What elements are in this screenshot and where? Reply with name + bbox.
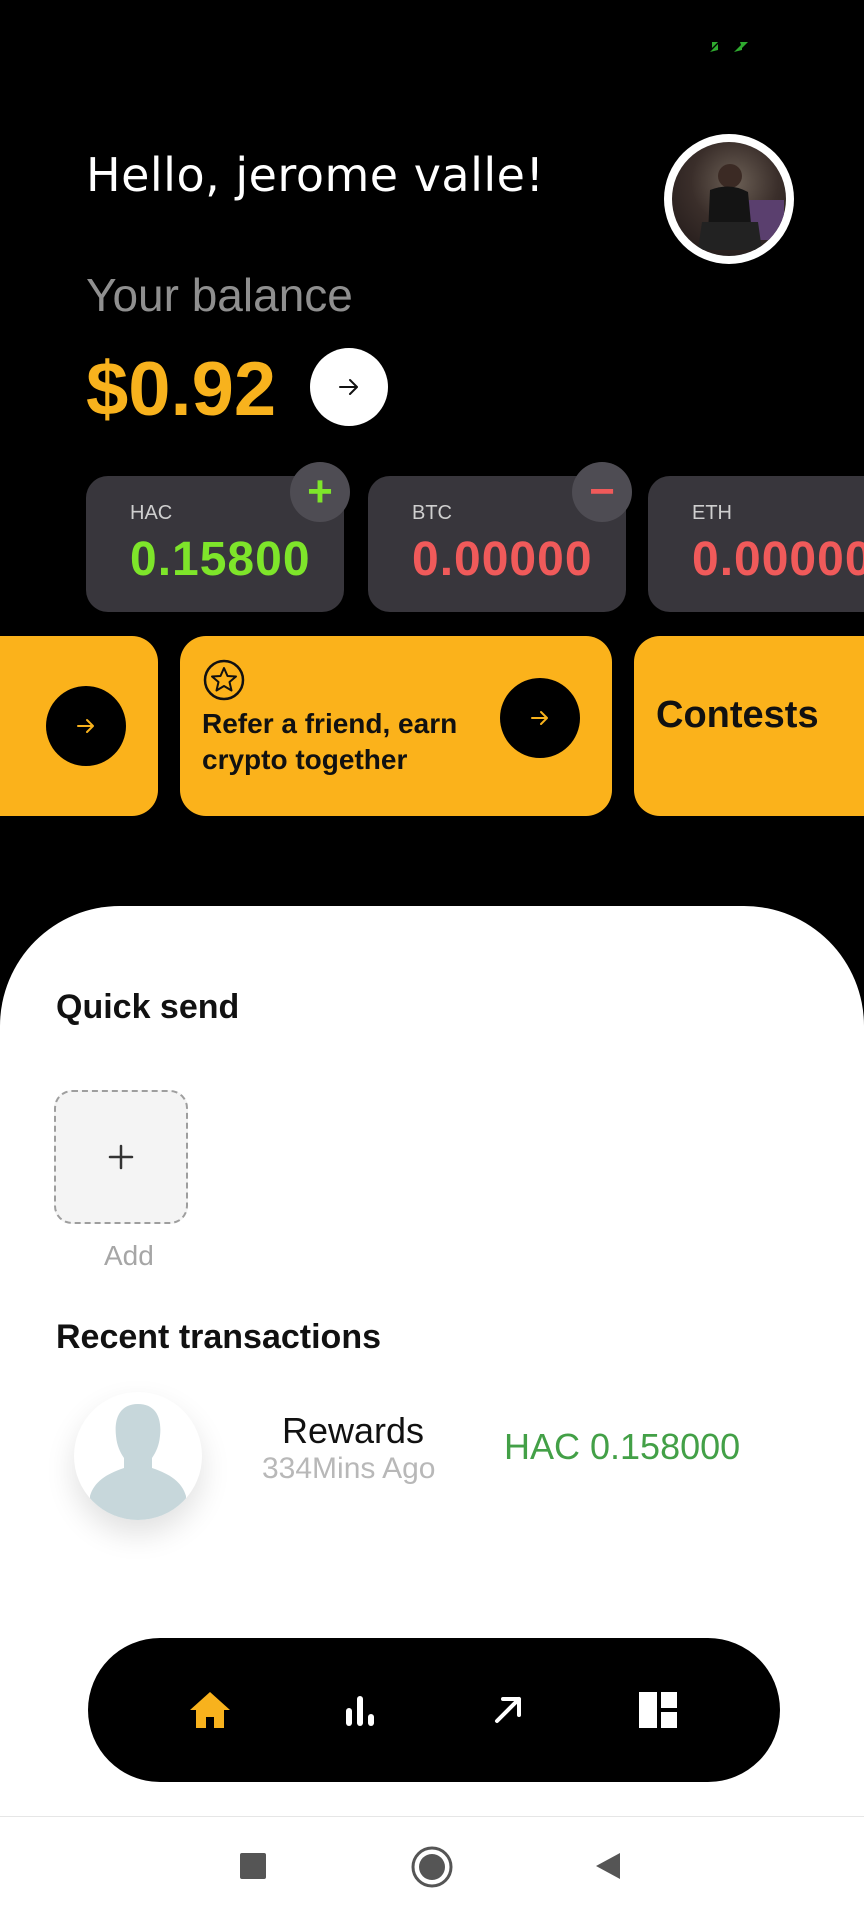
coin-symbol: ETH <box>692 502 732 524</box>
promo-card-contests[interactable]: Contests <box>634 636 864 816</box>
deposit-button[interactable]: + <box>290 462 350 522</box>
coin-amount: 0.00000 <box>692 533 864 586</box>
transaction-amount: HAC 0.158000 <box>504 1426 741 1467</box>
refer-arrow-button[interactable] <box>500 678 580 758</box>
nav-send[interactable] <box>478 1680 538 1740</box>
network-status-icon <box>710 42 748 52</box>
arrow-right-icon <box>77 719 94 733</box>
back-button-icon[interactable] <box>592 1851 622 1881</box>
recent-transactions-title: Recent transactions <box>56 1318 381 1356</box>
add-contact-button[interactable] <box>54 1090 188 1224</box>
promo-arrow-button[interactable] <box>46 686 126 766</box>
nav-stats[interactable] <box>330 1680 390 1740</box>
greeting-text: Hello, jerome valle! <box>86 148 545 202</box>
contests-text: Contests <box>656 694 819 736</box>
stats-icon <box>346 1696 374 1726</box>
profile-photo-icon <box>698 164 784 250</box>
balance-value: $0.92 <box>86 347 277 432</box>
balance-label: Your balance <box>86 269 353 321</box>
promo-card-previous[interactable] <box>0 636 158 816</box>
system-navigation-bar <box>0 1816 864 1921</box>
bottom-navigation <box>88 1638 780 1782</box>
recents-button-icon[interactable] <box>238 1851 268 1881</box>
home-button-icon[interactable] <box>410 1845 454 1889</box>
send-icon <box>495 1697 521 1723</box>
home-icon <box>190 1692 230 1728</box>
transaction-title: Rewards <box>282 1410 425 1451</box>
promo-card-refer[interactable]: Refer a friend, earn crypto together <box>180 636 612 816</box>
plus-icon <box>108 1144 134 1170</box>
balance-details-button[interactable] <box>310 348 388 426</box>
user-placeholder-icon <box>90 1404 186 1520</box>
dashboard-icon <box>639 1692 677 1728</box>
profile-avatar[interactable] <box>664 134 794 264</box>
transaction-time: 334Mins Ago <box>262 1452 436 1485</box>
nav-home[interactable] <box>180 1680 240 1740</box>
coin-amount: 0.15800 <box>130 533 311 586</box>
quick-send-title: Quick send <box>56 988 240 1026</box>
arrow-right-icon <box>339 379 358 395</box>
withdraw-button[interactable]: − <box>572 462 632 522</box>
star-badge-icon <box>203 659 245 701</box>
coin-symbol: BTC <box>412 502 452 524</box>
add-contact-label: Add <box>104 1240 154 1271</box>
nav-dashboard[interactable] <box>628 1680 688 1740</box>
transaction-avatar <box>74 1392 202 1520</box>
refer-text: Refer a friend, earn crypto together <box>202 708 458 775</box>
coin-amount: 0.00000 <box>412 533 593 586</box>
coin-card-eth[interactable]: ETH 0.00000 <box>648 476 864 612</box>
arrow-right-icon <box>531 711 548 725</box>
coin-symbol: HAC <box>130 502 173 524</box>
